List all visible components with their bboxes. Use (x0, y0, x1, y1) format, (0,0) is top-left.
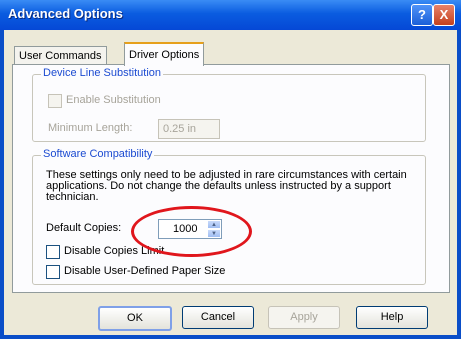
spinner-buttons[interactable]: ▲ ▼ (207, 220, 221, 238)
apply-button[interactable]: Apply (268, 306, 340, 329)
default-copies-label: Default Copies: (46, 222, 122, 234)
software-description: These settings only need to be adjusted … (46, 169, 407, 203)
disable-copies-limit-label: Disable Copies Limit (64, 245, 165, 257)
software-compat-title: Software Compatibility (41, 148, 155, 160)
tab-driver-options[interactable]: Driver Options (124, 42, 205, 66)
cancel-button[interactable]: Cancel (182, 306, 254, 329)
tab-user-commands[interactable]: User Commands (14, 46, 107, 65)
window-title: Advanced Options (8, 6, 123, 21)
enable-substitution-label: Enable Substitution (66, 94, 161, 106)
title-bar[interactable]: Advanced Options ? X (0, 0, 461, 30)
minimum-length-label: Minimum Length: (48, 122, 133, 134)
ok-button[interactable]: OK (98, 306, 172, 331)
minimum-length-field[interactable]: 0.25 in (158, 119, 220, 139)
enable-substitution-checkbox[interactable] (48, 94, 62, 108)
close-icon[interactable]: X (433, 4, 455, 26)
spin-down-icon[interactable]: ▼ (207, 229, 221, 238)
spin-up-icon[interactable]: ▲ (207, 220, 221, 229)
help-button[interactable]: Help (356, 306, 428, 329)
default-copies-stepper[interactable]: 1000 ▲ ▼ (158, 219, 222, 239)
disable-paper-size-checkbox[interactable] (46, 265, 60, 279)
help-icon[interactable]: ? (411, 4, 433, 26)
disable-paper-size-label: Disable User-Defined Paper Size (64, 265, 226, 277)
disable-copies-limit-checkbox[interactable] (46, 245, 60, 259)
device-line-title: Device Line Substitution (41, 67, 164, 79)
default-copies-value: 1000 (173, 223, 198, 235)
